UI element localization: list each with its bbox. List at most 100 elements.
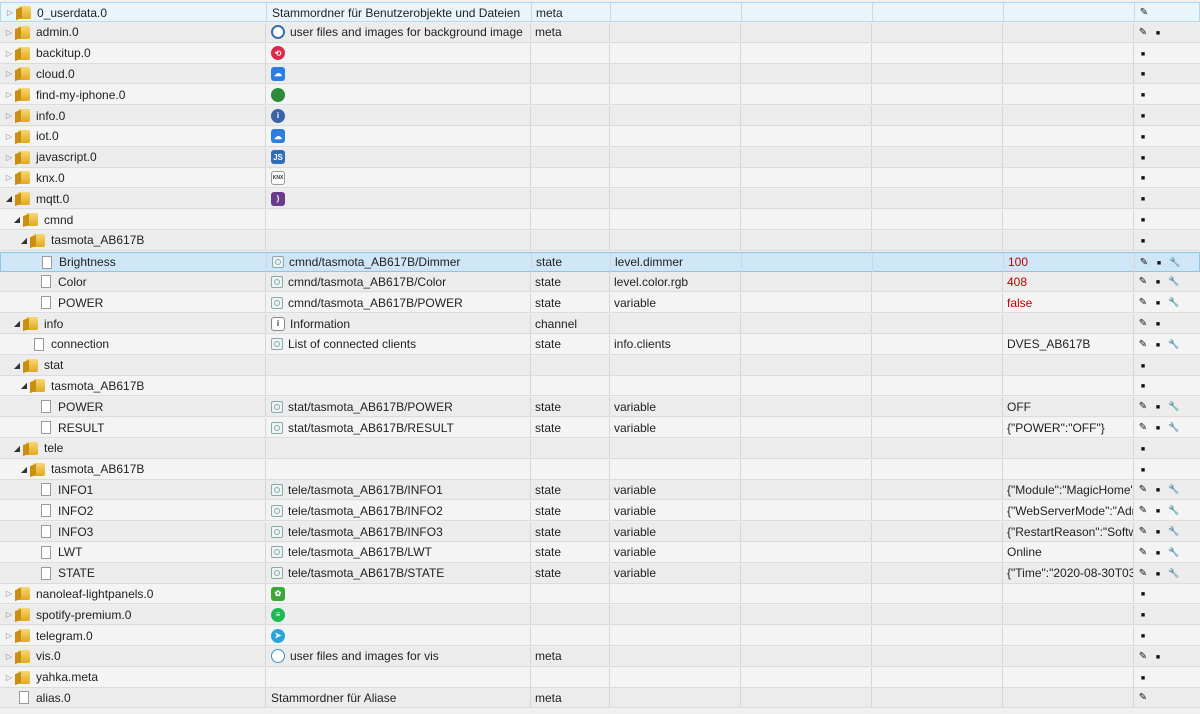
edit-button[interactable]: ✎ (1138, 297, 1148, 308)
tree-row[interactable]: ▷ admin.0 user files and images for backgr… (0, 22, 1200, 43)
tree-row[interactable]: ▷ vis.0 user files and images for vis meta ✎… (0, 646, 1200, 667)
settings-button[interactable]: 🔧 (1168, 484, 1179, 495)
tree-row[interactable]: Brightness cmnd/tasmota_AB617B/Dimmer stat… (0, 251, 1200, 272)
edit-button[interactable]: ✎ (1138, 339, 1148, 350)
delete-button[interactable]: ■ (1138, 630, 1148, 641)
tree-row[interactable]: INFO2 tele/tasmota_AB617B/INFO2 state varia… (0, 501, 1200, 522)
delete-button[interactable]: ■ (1138, 588, 1148, 599)
value-cell[interactable]: false (1002, 293, 1133, 313)
settings-button[interactable]: 🔧 (1168, 505, 1179, 516)
delete-button[interactable]: ■ (1138, 89, 1148, 100)
delete-button[interactable]: ■ (1138, 110, 1148, 121)
tree-row[interactable]: ▷ spotify-premium.0 ≡ ■ (0, 605, 1200, 626)
settings-button[interactable]: 🔧 (1168, 401, 1179, 412)
edit-button[interactable]: ✎ (1138, 505, 1148, 516)
edit-button[interactable]: ✎ (1138, 651, 1148, 662)
expand-toggle-icon[interactable]: ▷ (4, 69, 14, 78)
delete-button[interactable]: ■ (1153, 568, 1163, 579)
delete-button[interactable]: ■ (1138, 172, 1148, 183)
collapse-toggle-icon[interactable]: ◢ (12, 319, 22, 328)
delete-button[interactable]: ■ (1138, 235, 1148, 246)
delete-button[interactable]: ■ (1153, 318, 1163, 329)
edit-button[interactable]: ✎ (1138, 526, 1148, 537)
delete-button[interactable]: ■ (1138, 360, 1148, 371)
edit-button[interactable]: ✎ (1138, 401, 1148, 412)
tree-row[interactable]: ▷ yahka.meta ■ (0, 667, 1200, 688)
delete-button[interactable]: ■ (1153, 276, 1163, 287)
tree-row[interactable]: INFO3 tele/tasmota_AB617B/INFO3 state varia… (0, 522, 1200, 542)
tree-row[interactable]: alias.0 Stammordner für Aliase meta ✎ (0, 688, 1200, 709)
expand-toggle-icon[interactable]: ▷ (4, 132, 14, 141)
tree-row[interactable]: ▷ 0_userdata.0 Stammordner für Benutzerobj… (0, 2, 1200, 22)
edit-button[interactable]: ✎ (1138, 568, 1148, 579)
tree-row[interactable]: ◢ tasmota_AB617B ■ (0, 459, 1200, 480)
settings-button[interactable]: 🔧 (1168, 526, 1179, 537)
tree-row[interactable]: ◢ tele ■ (0, 438, 1200, 459)
edit-button[interactable]: ✎ (1138, 484, 1148, 495)
expand-toggle-icon[interactable]: ▷ (4, 589, 14, 598)
settings-button[interactable]: 🔧 (1168, 547, 1179, 558)
value-cell[interactable]: {"Module":"MagicHome"," (1002, 480, 1133, 500)
delete-button[interactable]: ■ (1153, 505, 1163, 516)
tree-row[interactable]: ▷ javascript.0 JS ■ (0, 147, 1200, 168)
tree-row[interactable]: ▷ knx.0 KNX ■ (0, 168, 1200, 189)
edit-button[interactable]: ✎ (1138, 547, 1148, 558)
tree-row[interactable]: POWER stat/tasmota_AB617B/POWER state varia… (0, 397, 1200, 418)
tree-row[interactable]: ◢ stat ■ (0, 355, 1200, 376)
tree-row[interactable]: RESULT stat/tasmota_AB617B/RESULT state var… (0, 418, 1200, 438)
tree-row[interactable]: ◢ cmnd ■ (0, 210, 1200, 230)
edit-button[interactable]: ✎ (1138, 422, 1148, 433)
tree-row[interactable]: ◢ tasmota_AB617B ■ (0, 230, 1200, 251)
settings-button[interactable]: 🔧 (1168, 339, 1179, 350)
value-cell[interactable]: DVES_AB617B (1002, 334, 1133, 354)
tree-row[interactable]: ▷ info.0 i ■ (0, 106, 1200, 126)
delete-button[interactable]: ■ (1153, 484, 1163, 495)
collapse-toggle-icon[interactable]: ◢ (12, 361, 22, 370)
collapse-toggle-icon[interactable]: ◢ (19, 381, 29, 390)
edit-button[interactable]: ✎ (1138, 276, 1148, 287)
settings-button[interactable]: 🔧 (1168, 422, 1179, 433)
expand-toggle-icon[interactable]: ▷ (4, 90, 14, 99)
expand-toggle-icon[interactable]: ▷ (4, 49, 14, 58)
tree-row[interactable]: ◢ mqtt.0) ■ (0, 189, 1200, 210)
value-cell[interactable]: OFF (1002, 397, 1133, 417)
delete-button[interactable]: ■ (1138, 193, 1148, 204)
settings-button[interactable]: 🔧 (1168, 568, 1179, 579)
expand-toggle-icon[interactable]: ▷ (4, 631, 14, 640)
expand-toggle-icon[interactable]: ▷ (4, 111, 14, 120)
delete-button[interactable]: ■ (1138, 443, 1148, 454)
tree-row[interactable]: ▷ nanoleaf-lightpanels.0 ✿ ■ (0, 584, 1200, 605)
delete-button[interactable]: ■ (1138, 464, 1148, 475)
delete-button[interactable]: ■ (1153, 401, 1163, 412)
delete-button[interactable]: ■ (1153, 526, 1163, 537)
expand-toggle-icon[interactable]: ▷ (4, 28, 14, 37)
value-cell[interactable]: {"RestartReason":"Softwa (1002, 522, 1133, 541)
collapse-toggle-icon[interactable]: ◢ (12, 215, 22, 224)
tree-row[interactable]: ▷ iot.0 ☁ ■ (0, 126, 1200, 147)
delete-button[interactable]: ■ (1138, 672, 1148, 683)
tree-row[interactable]: ◢ info i Information channel ✎ ■ (0, 314, 1200, 334)
expand-toggle-icon[interactable]: ▷ (4, 652, 14, 661)
edit-button[interactable]: ✎ (1138, 318, 1148, 329)
settings-button[interactable]: 🔧 (1168, 297, 1179, 308)
settings-button[interactable]: 🔧 (1169, 257, 1180, 268)
value-cell[interactable]: Online (1002, 542, 1133, 562)
tree-row[interactable]: connection List of connected clients state… (0, 334, 1200, 355)
collapse-toggle-icon[interactable]: ◢ (12, 444, 22, 453)
collapse-toggle-icon[interactable]: ◢ (19, 236, 29, 245)
delete-button[interactable]: ■ (1153, 297, 1163, 308)
delete-button[interactable]: ■ (1138, 380, 1148, 391)
tree-row[interactable]: ◢ tasmota_AB617B ■ (0, 376, 1200, 397)
delete-button[interactable]: ■ (1138, 48, 1148, 59)
tree-row[interactable]: ▷ backitup.0 ⟲ ■ (0, 43, 1200, 64)
edit-button[interactable]: ✎ (1139, 7, 1149, 18)
delete-button[interactable]: ■ (1138, 68, 1148, 79)
value-cell[interactable]: {"Time":"2020-08-30T03: (1002, 563, 1133, 583)
delete-button[interactable]: ■ (1138, 131, 1148, 142)
delete-button[interactable]: ■ (1153, 422, 1163, 433)
delete-button[interactable]: ■ (1154, 257, 1164, 268)
settings-button[interactable]: 🔧 (1168, 276, 1179, 287)
expand-toggle-icon[interactable]: ▷ (4, 173, 14, 182)
value-cell[interactable]: {"WebServerMode":"Admi (1002, 501, 1133, 521)
delete-button[interactable]: ■ (1138, 152, 1148, 163)
